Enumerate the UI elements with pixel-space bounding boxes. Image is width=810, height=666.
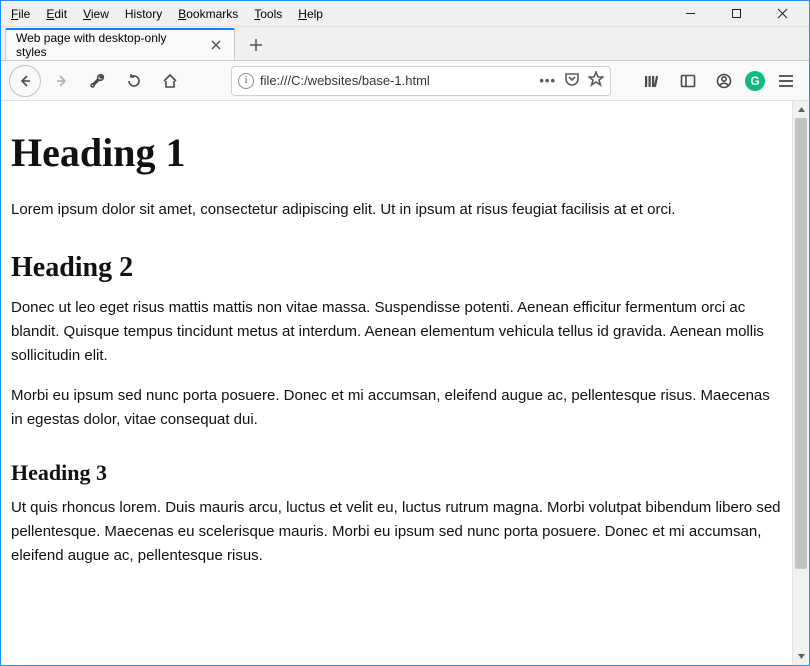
page-content: Heading 1 Lorem ipsum dolor sit amet, co… [1, 101, 792, 665]
page-actions-icon[interactable]: ••• [539, 74, 556, 87]
heading-2: Heading 2 [11, 252, 782, 284]
menu-edit[interactable]: Edit [40, 4, 73, 24]
developer-button[interactable] [83, 66, 113, 96]
menu-help[interactable]: Help [292, 4, 329, 24]
menu-tools-rest: ools [260, 7, 282, 21]
browser-tab[interactable]: Web page with desktop-only styles [5, 28, 235, 60]
menu-history[interactable]: History [119, 4, 168, 24]
paragraph-1: Lorem ipsum dolor sit amet, consectetur … [11, 198, 782, 222]
menu-help-rest: elp [307, 7, 323, 21]
grammarly-icon[interactable]: G [745, 71, 765, 91]
home-button[interactable] [155, 66, 185, 96]
url-input[interactable] [260, 73, 533, 88]
scroll-up-button[interactable] [793, 101, 809, 118]
scrollbar-track[interactable] [793, 118, 809, 648]
site-info-icon[interactable]: i [238, 73, 254, 89]
menu-file-rest: ile [18, 7, 30, 21]
scrollbar-thumb[interactable] [795, 118, 807, 569]
close-tab-button[interactable] [208, 37, 224, 53]
menu-bookmarks-rest: ookmarks [186, 7, 238, 21]
window-controls [667, 1, 805, 27]
heading-1: Heading 1 [11, 129, 782, 176]
paragraph-4: Ut quis rhoncus lorem. Duis mauris arcu,… [11, 496, 782, 568]
vertical-scrollbar[interactable] [792, 101, 809, 665]
menu-tools[interactable]: Tools [248, 4, 288, 24]
address-bar-actions: ••• [539, 71, 604, 90]
viewport: Heading 1 Lorem ipsum dolor sit amet, co… [1, 101, 809, 665]
close-window-button[interactable] [759, 1, 805, 27]
minimize-button[interactable] [667, 1, 713, 27]
new-tab-button[interactable] [241, 30, 271, 60]
tab-strip: Web page with desktop-only styles [1, 27, 809, 61]
toolbar-right-group: G [637, 66, 801, 96]
paragraph-2: Donec ut leo eget risus mattis mattis no… [11, 296, 782, 368]
navigation-toolbar: i ••• G [1, 61, 809, 101]
paragraph-3: Morbi eu ipsum sed nunc porta posuere. D… [11, 384, 782, 432]
menu-view-rest: iew [91, 7, 109, 21]
account-icon[interactable] [709, 66, 739, 96]
menu-file[interactable]: File [5, 4, 36, 24]
address-bar[interactable]: i ••• [231, 66, 611, 96]
bookmark-star-icon[interactable] [588, 71, 604, 90]
scroll-down-button[interactable] [793, 648, 809, 665]
forward-button[interactable] [47, 66, 77, 96]
app-menu-button[interactable] [771, 66, 801, 96]
reload-button[interactable] [119, 66, 149, 96]
library-icon[interactable] [637, 66, 667, 96]
tab-title: Web page with desktop-only styles [16, 31, 200, 59]
maximize-button[interactable] [713, 1, 759, 27]
heading-3: Heading 3 [11, 460, 782, 486]
menu-bookmarks[interactable]: Bookmarks [172, 4, 244, 24]
sidebar-icon[interactable] [673, 66, 703, 96]
pocket-icon[interactable] [564, 71, 580, 90]
menu-bar: File Edit View History Bookmarks Tools H… [1, 1, 809, 27]
menu-view[interactable]: View [77, 4, 115, 24]
menu-edit-rest: dit [54, 7, 67, 21]
back-button[interactable] [9, 65, 41, 97]
